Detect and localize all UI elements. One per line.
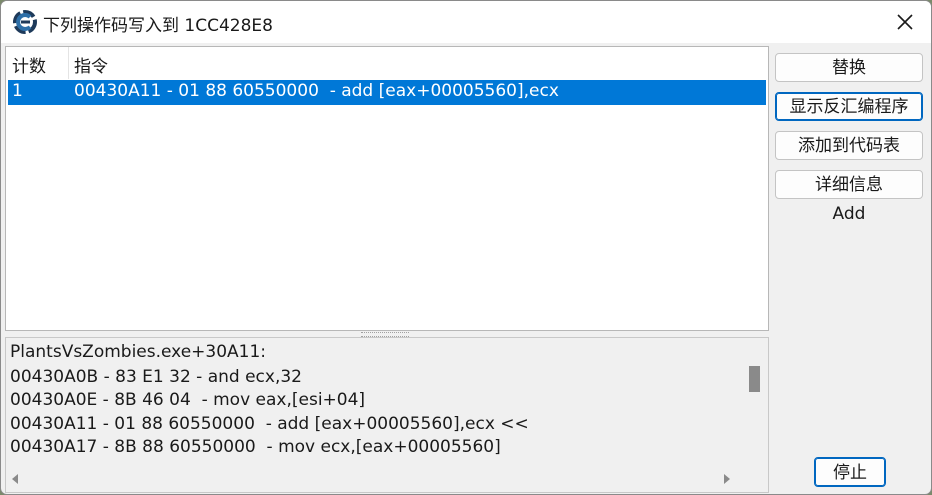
disassembly-panel[interactable]: PlantsVsZombies.exe+30A11: 00430A0B - 83…: [5, 337, 769, 493]
disasm-line: 00430A0B - 83 E1 32 - and ecx,32: [10, 367, 302, 387]
disasm-line: PlantsVsZombies.exe+30A11:: [10, 342, 267, 362]
column-header-instruction[interactable]: 指令: [74, 52, 108, 77]
disasm-line: 00430A17 - 8B 88 60550000 - mov ecx,[eax…: [10, 437, 501, 457]
scroll-left-icon[interactable]: [12, 474, 18, 484]
list-item[interactable]: 1 00430A11 - 01 88 60550000 - add [eax+0…: [8, 80, 766, 105]
close-icon[interactable]: [885, 5, 925, 39]
more-info-button[interactable]: 详细信息: [775, 170, 923, 199]
window-title: 下列操作码写入到 1CC428E8: [43, 16, 273, 36]
add-to-codelist-button[interactable]: 添加到代码表: [775, 131, 923, 160]
list-header: 计数 指令: [6, 47, 768, 79]
disasm-line: 00430A0E - 8B 46 04 - mov eax,[esi+04]: [10, 390, 366, 410]
disasm-line: 00430A11 - 01 88 60550000 - add [eax+000…: [10, 414, 529, 434]
replace-button[interactable]: 替换: [775, 53, 923, 82]
horizontal-scrollbar[interactable]: [6, 468, 746, 490]
row-instruction: 00430A11 - 01 88 60550000 - add [eax+000…: [74, 81, 559, 101]
cheat-engine-icon: [13, 10, 37, 34]
show-disassembler-button[interactable]: 显示反汇编程序: [775, 92, 923, 121]
vertical-scrollbar-thumb[interactable]: [749, 366, 760, 392]
column-divider[interactable]: [68, 47, 69, 79]
column-header-count[interactable]: 计数: [12, 52, 46, 77]
window: 下列操作码写入到 1CC428E8 计数 指令 1 00430A11 - 01 …: [0, 0, 932, 495]
found-instructions-list[interactable]: 计数 指令 1 00430A11 - 01 88 60550000 - add …: [5, 46, 769, 331]
title-bar[interactable]: 下列操作码写入到 1CC428E8: [1, 1, 931, 43]
vertical-scrollbar[interactable]: [746, 338, 768, 466]
instruction-info-label: Add: [832, 204, 866, 224]
stop-button[interactable]: 停止: [814, 457, 886, 487]
scroll-right-icon[interactable]: [724, 474, 730, 484]
row-count: 1: [12, 81, 23, 101]
